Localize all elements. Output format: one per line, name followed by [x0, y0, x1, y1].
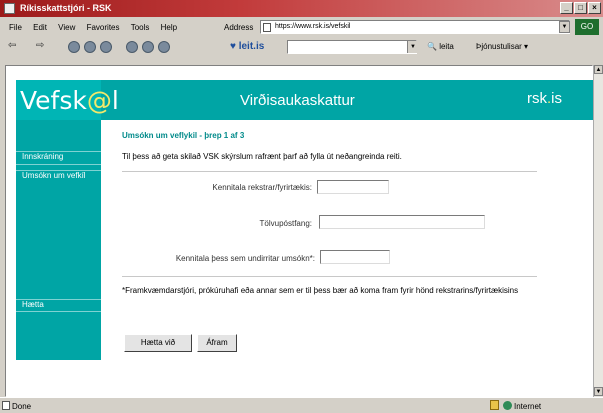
- form-intro: Til þess að geta skilað VSK skýrslum raf…: [122, 152, 402, 161]
- address-dropdown-icon[interactable]: ▼: [559, 21, 570, 33]
- history-icon[interactable]: [158, 41, 170, 53]
- menu-view[interactable]: View: [58, 23, 75, 32]
- sidebar-divider: [16, 164, 101, 165]
- lock-icon: [490, 400, 499, 410]
- leit-search-button[interactable]: 🔍 leita: [427, 42, 454, 51]
- app-icon: [4, 3, 15, 14]
- menu-file[interactable]: File: [9, 23, 22, 32]
- next-button[interactable]: Áfram: [197, 334, 237, 352]
- cancel-button[interactable]: Hætta við: [124, 334, 192, 352]
- signer-id-label: Kennitala þess sem undirritar umsókn*:: [175, 254, 315, 263]
- sidebar-item-login[interactable]: Innskráning: [16, 151, 101, 164]
- page-done-icon: [2, 401, 10, 410]
- menu-tools[interactable]: Tools: [131, 23, 150, 32]
- divider: [122, 276, 537, 277]
- search-icon[interactable]: [126, 41, 138, 53]
- address-url: https://www.rsk.is/vefskil: [275, 23, 351, 30]
- favorites-icon[interactable]: [142, 41, 154, 53]
- company-id-label: Kennitala rekstrar/fyrirtækis:: [212, 183, 312, 192]
- menu-favorites[interactable]: Favorites: [87, 23, 120, 32]
- leit-logo[interactable]: ♥ leit.is: [230, 41, 264, 52]
- internet-zone-icon: [503, 401, 512, 410]
- close-button[interactable]: ×: [588, 2, 601, 14]
- status-text: Done: [12, 402, 32, 411]
- vertical-scrollbar[interactable]: ▲ ▼: [593, 65, 603, 397]
- refresh-icon[interactable]: [84, 41, 96, 53]
- menu-edit[interactable]: Edit: [33, 23, 47, 32]
- form-heading: Umsókn um veflykil - þrep 1 af 3: [122, 131, 245, 140]
- status-bar: [0, 397, 603, 413]
- vefskil-logo[interactable]: Vefsk@l: [20, 86, 119, 115]
- sidebar-item-apply[interactable]: Umsókn um vefkíl: [16, 170, 101, 196]
- email-label: Tölvupóstfang:: [259, 219, 312, 228]
- maximize-button[interactable]: □: [574, 2, 587, 14]
- security-zone: Internet: [514, 402, 542, 411]
- address-input[interactable]: https://www.rsk.is/vefskil: [260, 20, 570, 34]
- email-input[interactable]: [319, 215, 485, 229]
- address-label: Address: [224, 23, 254, 32]
- company-id-input[interactable]: [317, 180, 389, 194]
- divider: [122, 171, 537, 172]
- service-list-button[interactable]: Þjónustulisar ▾: [476, 42, 528, 51]
- home-icon[interactable]: [100, 41, 112, 53]
- title-bar: Ríkisskattstjóri - RSK _ □ ×: [0, 0, 603, 17]
- footnote: *Framkvæmdarstjóri, prókúruhafi eða anna…: [122, 286, 519, 295]
- scroll-down-icon[interactable]: ▼: [594, 387, 603, 396]
- go-button[interactable]: GO: [575, 19, 599, 35]
- window-title: Ríkisskattstjóri - RSK: [20, 3, 112, 13]
- forward-icon[interactable]: ⇨: [36, 40, 44, 51]
- menu-help[interactable]: Help: [161, 23, 177, 32]
- rsk-logo[interactable]: rsk.is: [527, 90, 562, 107]
- back-icon[interactable]: ⇦: [8, 40, 16, 51]
- menu-bar: File Edit View Favorites Tools Help: [0, 20, 245, 36]
- banner-title: Virðisaukaskattur: [240, 92, 355, 109]
- sidebar-divider: [16, 311, 101, 312]
- signer-id-input[interactable]: [320, 250, 390, 264]
- scroll-up-icon[interactable]: ▲: [594, 65, 603, 74]
- stop-icon[interactable]: [68, 41, 80, 53]
- leit-search-input[interactable]: [287, 40, 417, 54]
- page-icon: [263, 23, 271, 32]
- leit-dropdown-icon[interactable]: ▼: [407, 41, 418, 53]
- minimize-button[interactable]: _: [560, 2, 573, 14]
